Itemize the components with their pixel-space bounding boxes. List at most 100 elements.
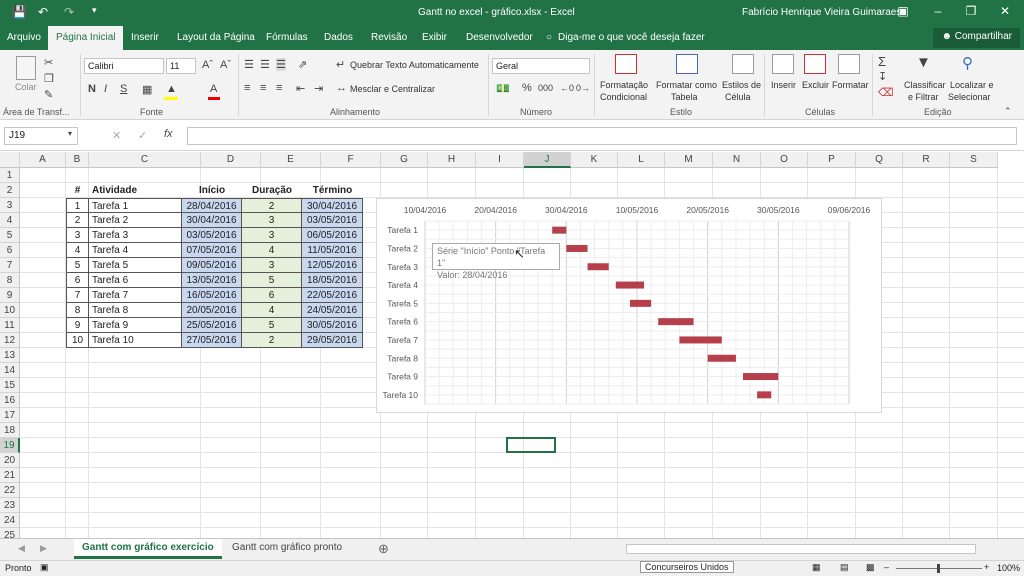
column-header[interactable]: Q bbox=[856, 152, 903, 168]
table-cell[interactable]: 4 bbox=[242, 303, 302, 318]
row-header[interactable]: 25 bbox=[0, 528, 20, 538]
format-as-table-label-2[interactable]: Tabela bbox=[671, 92, 698, 102]
page-layout-icon[interactable]: ▤ bbox=[840, 562, 849, 573]
tab-layout-da-pagina[interactable]: Layout da Página bbox=[177, 32, 255, 43]
table-cell[interactable]: 27/05/2016 bbox=[182, 333, 242, 348]
paste-icon[interactable] bbox=[16, 56, 36, 80]
save-icon[interactable]: 💾 bbox=[12, 5, 27, 19]
increase-font-icon[interactable]: Aˆ bbox=[202, 59, 213, 71]
column-header[interactable]: E bbox=[261, 152, 321, 168]
row-header[interactable]: 1 bbox=[0, 168, 20, 183]
decrease-indent-icon[interactable]: ⇤ bbox=[296, 82, 305, 95]
column-header[interactable]: A bbox=[20, 152, 66, 168]
add-sheet-icon[interactable]: ⊕ bbox=[378, 541, 389, 557]
column-header[interactable]: D bbox=[201, 152, 261, 168]
table-cell[interactable]: Tarefa 5 bbox=[89, 258, 182, 273]
table-cell[interactable]: 3 bbox=[242, 258, 302, 273]
row-header[interactable]: 4 bbox=[0, 213, 20, 228]
format-as-table-label-1[interactable]: Formatar como bbox=[656, 80, 717, 90]
row-header[interactable]: 15 bbox=[0, 378, 20, 393]
zoom-level[interactable]: 100% bbox=[997, 563, 1020, 573]
share-button[interactable]: ☻ Compartilhar bbox=[933, 28, 1020, 48]
gantt-chart[interactable]: 10/04/2016 20/04/2016 30/04/2016 10/05/2016… bbox=[376, 198, 882, 413]
collapse-ribbon-icon[interactable]: ⌃ bbox=[1004, 106, 1012, 117]
delete-cells-button[interactable]: Excluir bbox=[802, 80, 829, 90]
row-header[interactable]: 9 bbox=[0, 288, 20, 303]
font-size-select[interactable]: 11 bbox=[166, 58, 196, 74]
table-cell[interactable]: 24/05/2016 bbox=[302, 303, 363, 318]
scroll-right-icon[interactable]: ▶ bbox=[40, 543, 47, 554]
table-cell[interactable]: Tarefa 2 bbox=[89, 213, 182, 228]
gantt-bar[interactable] bbox=[757, 391, 772, 399]
row-header[interactable]: 19 bbox=[0, 438, 20, 453]
insert-function-icon[interactable]: fx bbox=[164, 128, 173, 140]
table-cell[interactable]: 2 bbox=[242, 198, 302, 213]
column-header[interactable]: L bbox=[618, 152, 665, 168]
cell-styles-icon[interactable] bbox=[732, 54, 754, 74]
close-icon[interactable]: ✕ bbox=[995, 4, 1015, 18]
zoom-out-icon[interactable]: – bbox=[884, 562, 889, 572]
format-cells-icon[interactable] bbox=[838, 54, 860, 74]
row-header[interactable]: 14 bbox=[0, 363, 20, 378]
customize-quick-access-icon[interactable]: ▾ bbox=[92, 5, 97, 16]
row-header[interactable]: 7 bbox=[0, 258, 20, 273]
page-break-icon[interactable]: ▩ bbox=[866, 562, 875, 573]
table-cell[interactable]: 11/05/2016 bbox=[302, 243, 363, 258]
column-header[interactable]: B bbox=[66, 152, 89, 168]
zoom-in-icon[interactable]: + bbox=[984, 562, 989, 572]
row-header[interactable]: 18 bbox=[0, 423, 20, 438]
row-header[interactable]: 2 bbox=[0, 183, 20, 198]
enter-icon[interactable]: ✓ bbox=[138, 129, 147, 142]
row-header[interactable]: 3 bbox=[0, 198, 20, 213]
row-header[interactable]: 21 bbox=[0, 468, 20, 483]
conditional-formatting-icon[interactable] bbox=[615, 54, 637, 74]
redo-icon[interactable]: ↷ bbox=[64, 5, 74, 19]
align-left-icon[interactable]: ≡ bbox=[244, 82, 250, 94]
column-header[interactable]: G bbox=[381, 152, 428, 168]
row-header[interactable]: 12 bbox=[0, 333, 20, 348]
row-header[interactable]: 23 bbox=[0, 498, 20, 513]
table-cell[interactable]: 2 bbox=[66, 213, 89, 228]
increase-indent-icon[interactable]: ⇥ bbox=[314, 82, 323, 95]
table-cell[interactable]: 06/05/2016 bbox=[302, 228, 363, 243]
autosum-icon[interactable]: Σ bbox=[878, 54, 886, 69]
table-cell[interactable]: Tarefa 7 bbox=[89, 288, 182, 303]
sheet-tab-exercicio[interactable]: Gantt com gráfico exercício bbox=[74, 539, 222, 559]
insert-cells-icon[interactable] bbox=[772, 54, 794, 74]
font-color-icon[interactable]: A bbox=[210, 83, 217, 95]
horizontal-scrollbar[interactable] bbox=[626, 544, 976, 554]
gantt-bar[interactable] bbox=[566, 244, 588, 252]
column-header[interactable]: S bbox=[950, 152, 998, 168]
align-bottom-icon[interactable]: ☰ bbox=[276, 58, 286, 71]
column-header[interactable]: K bbox=[571, 152, 618, 168]
gantt-bar[interactable] bbox=[707, 354, 736, 362]
table-cell[interactable]: 03/05/2016 bbox=[182, 228, 242, 243]
table-cell[interactable]: 13/05/2016 bbox=[182, 273, 242, 288]
accounting-format-icon[interactable]: 💵 bbox=[496, 82, 510, 95]
table-cell[interactable]: 5 bbox=[242, 273, 302, 288]
find-select-label-1[interactable]: Localizar e bbox=[950, 80, 994, 90]
table-cell[interactable]: 30/05/2016 bbox=[302, 318, 363, 333]
table-cell[interactable]: 8 bbox=[66, 303, 89, 318]
gantt-bar[interactable] bbox=[615, 281, 645, 289]
paste-button[interactable]: Colar bbox=[15, 82, 37, 92]
table-cell[interactable]: Tarefa 10 bbox=[89, 333, 182, 348]
comma-style-button[interactable]: 000 bbox=[538, 83, 553, 93]
column-header[interactable]: R bbox=[903, 152, 950, 168]
format-as-table-icon[interactable] bbox=[676, 54, 698, 74]
table-cell[interactable]: 16/05/2016 bbox=[182, 288, 242, 303]
row-header[interactable]: 13 bbox=[0, 348, 20, 363]
ribbon-display-icon[interactable]: ▣ bbox=[893, 4, 913, 18]
table-cell[interactable]: Tarefa 3 bbox=[89, 228, 182, 243]
sort-filter-icon[interactable]: ▼ bbox=[916, 54, 931, 71]
percent-style-button[interactable]: % bbox=[522, 82, 532, 94]
cell-styles-label-2[interactable]: Célula bbox=[725, 92, 751, 102]
row-header[interactable]: 17 bbox=[0, 408, 20, 423]
table-cell[interactable]: 5 bbox=[242, 318, 302, 333]
find-select-icon[interactable]: ⚲ bbox=[962, 54, 973, 72]
table-cell[interactable]: Tarefa 9 bbox=[89, 318, 182, 333]
select-all-corner[interactable] bbox=[0, 152, 20, 168]
wrap-text-button[interactable]: Quebrar Texto Automaticamente bbox=[350, 60, 479, 70]
tab-dados[interactable]: Dados bbox=[324, 32, 353, 43]
table-cell[interactable]: 18/05/2016 bbox=[302, 273, 363, 288]
